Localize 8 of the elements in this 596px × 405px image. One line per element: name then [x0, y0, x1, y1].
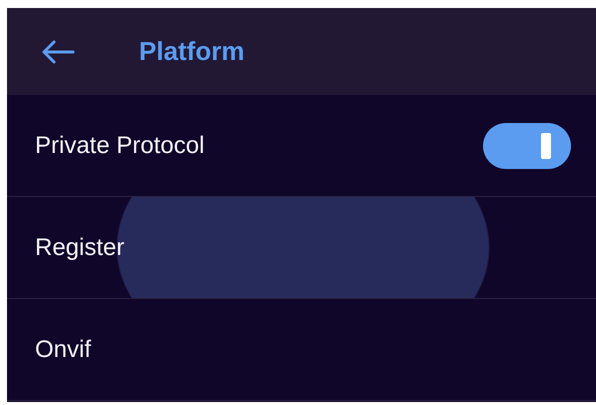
- back-arrow-icon[interactable]: [41, 40, 75, 64]
- toggle-switch[interactable]: [483, 122, 571, 168]
- row-label: Private Protocol: [35, 132, 204, 160]
- row-label: Onvif: [35, 336, 92, 364]
- row-label: Register: [35, 234, 124, 262]
- settings-row[interactable]: Onvif: [7, 299, 596, 401]
- page-title: Platform: [139, 36, 244, 67]
- settings-row[interactable]: Register: [7, 197, 596, 299]
